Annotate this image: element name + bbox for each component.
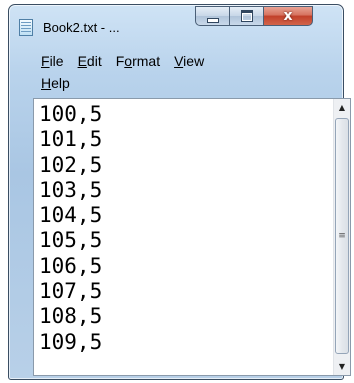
- text-line: 101,5: [39, 127, 103, 152]
- menu-format[interactable]: Format: [109, 53, 167, 69]
- mnemonic-o: o: [124, 53, 133, 69]
- text-line: 104,5: [39, 203, 103, 228]
- scrollbar-thumb[interactable]: ≡: [335, 118, 349, 354]
- text-content: 100,5 101,5 102,5 103,5 104,5 105,5 106,…: [39, 102, 102, 355]
- menu-help[interactable]: Help: [33, 75, 77, 91]
- text-line: 108,5: [39, 304, 103, 329]
- scroll-down-arrow-icon[interactable]: ▼: [334, 358, 350, 375]
- menu-help-label: elp: [51, 75, 70, 91]
- text-line: 107,5: [39, 279, 103, 304]
- text-editor[interactable]: 100,5 101,5 102,5 103,5 104,5 105,5 106,…: [33, 98, 351, 376]
- menu-format-label: rmat: [132, 53, 161, 69]
- text-line: 106,5: [39, 253, 103, 278]
- text-line: 102,5: [39, 152, 103, 177]
- maximize-icon: [240, 10, 253, 22]
- mnemonic-v: V: [174, 53, 184, 69]
- mnemonic-f: F: [41, 53, 50, 69]
- text-line: 103,5: [39, 177, 103, 202]
- menu-bar: File Edit Format View Help: [33, 50, 333, 94]
- menu-edit-label: dit: [86, 53, 102, 69]
- minimize-icon: [206, 17, 219, 23]
- maximize-button[interactable]: [229, 6, 263, 26]
- vertical-scrollbar[interactable]: ▲ ≡ ▼: [333, 99, 350, 375]
- notepad-document-icon: [19, 19, 33, 36]
- menu-format-prefix: F: [115, 53, 125, 69]
- scroll-up-arrow-icon[interactable]: ▲: [334, 99, 350, 116]
- menu-view[interactable]: View: [167, 53, 211, 69]
- menu-file-label: ile: [49, 53, 64, 69]
- close-button[interactable]: x: [263, 6, 313, 26]
- close-icon: x: [283, 8, 293, 24]
- scrollbar-grip-icon: ≡: [338, 230, 346, 241]
- caption-buttons: x: [195, 6, 335, 27]
- menu-file[interactable]: File: [33, 53, 71, 69]
- window-title: Book2.txt - ...: [43, 20, 120, 35]
- menu-view-label: iew: [183, 53, 205, 69]
- minimize-button[interactable]: [195, 6, 229, 26]
- notepad-window: Book2.txt - ... x File Edit Format View …: [8, 4, 351, 380]
- text-line: 100,5: [39, 102, 103, 126]
- mnemonic-e: E: [77, 53, 87, 69]
- text-line: 105,5: [39, 228, 103, 253]
- menu-edit[interactable]: Edit: [71, 53, 109, 69]
- mnemonic-h: H: [41, 75, 52, 91]
- text-line: 109,5: [39, 329, 103, 354]
